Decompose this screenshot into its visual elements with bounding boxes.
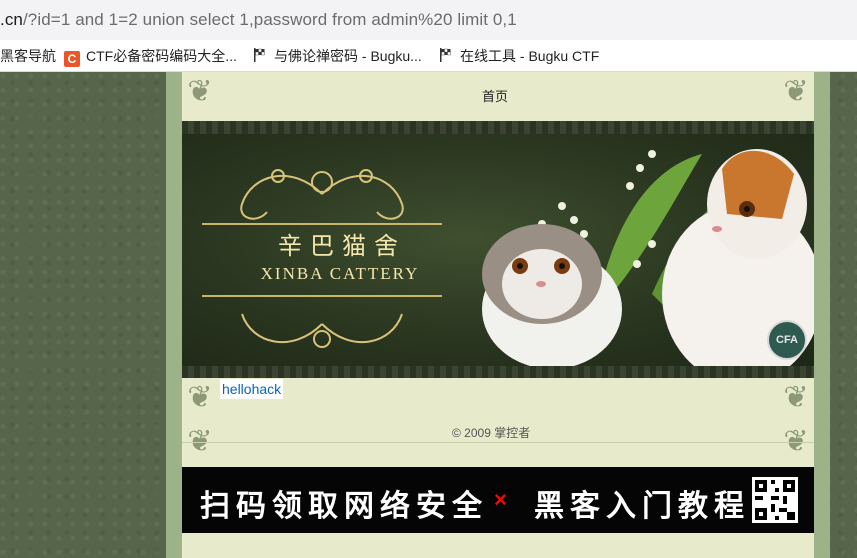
logo-chinese-name: 辛巴猫舍 [278, 232, 406, 260]
ad-text-left: 扫码领取网络安全 [200, 489, 488, 524]
bookmark-hacker-nav[interactable]: 黑客导航 [0, 46, 56, 66]
ad-banner[interactable]: 扫码领取网络安全 × 黑客入门教程 [182, 467, 814, 533]
ad-text-right: 黑客入门教程 [534, 489, 750, 524]
c-logo-icon: C [64, 51, 80, 67]
qr-code-icon [752, 477, 798, 523]
bookmark-online-tools[interactable]: 在线工具 - Bugku CTF [438, 46, 599, 66]
bookmark-label: 黑客导航 [0, 48, 56, 64]
corner-ornament-icon: ❦ [783, 75, 809, 108]
bookmark-label: CTF必备密码编码大全... [86, 48, 237, 64]
cfa-badge-icon: CFA [767, 320, 807, 360]
url-text[interactable]: .cn/?id=1 and 1=2 union select 1,passwor… [0, 10, 517, 30]
bookmark-label: 在线工具 - Bugku CTF [460, 48, 600, 64]
bookmark-label: 与佛论禅密码 - Bugku... [274, 48, 422, 64]
corner-ornament-icon: ❦ [187, 75, 213, 108]
query-result-link[interactable]: hellohack [220, 379, 284, 399]
nav-home-link[interactable]: 首页 [482, 86, 508, 105]
url-host: .cn [0, 10, 23, 29]
footer-divider [182, 442, 814, 443]
copyright-text: © 2009 掌控者 [452, 426, 531, 440]
address-bar[interactable]: .cn/?id=1 and 1=2 union select 1,passwor… [0, 0, 857, 40]
corner-ornament-icon: ❦ [783, 381, 809, 414]
logo-english-name: XINBA CATTERY [260, 264, 420, 283]
bookmark-buddha-cipher[interactable]: 与佛论禅密码 - Bugku... [252, 46, 422, 66]
url-path: /?id=1 and 1=2 union select 1,password f… [22, 10, 517, 29]
banner-border [182, 121, 814, 134]
ad-x-mark: × [494, 487, 507, 512]
bookmarks-bar: 黑客导航 C CTF必备密码编码大全... 与佛论禅密码 - Bugku... 在… [0, 40, 857, 72]
checkered-flag-icon [440, 48, 451, 62]
checkered-flag-icon [254, 48, 265, 62]
corner-ornament-icon: ❦ [187, 381, 213, 414]
bookmark-ctf-encoding[interactable]: C CTF必备密码编码大全... [64, 46, 237, 67]
banner-border [182, 366, 814, 378]
cattery-banner: 辛巴猫舍 XINBA CATTERY CFA [182, 134, 814, 366]
